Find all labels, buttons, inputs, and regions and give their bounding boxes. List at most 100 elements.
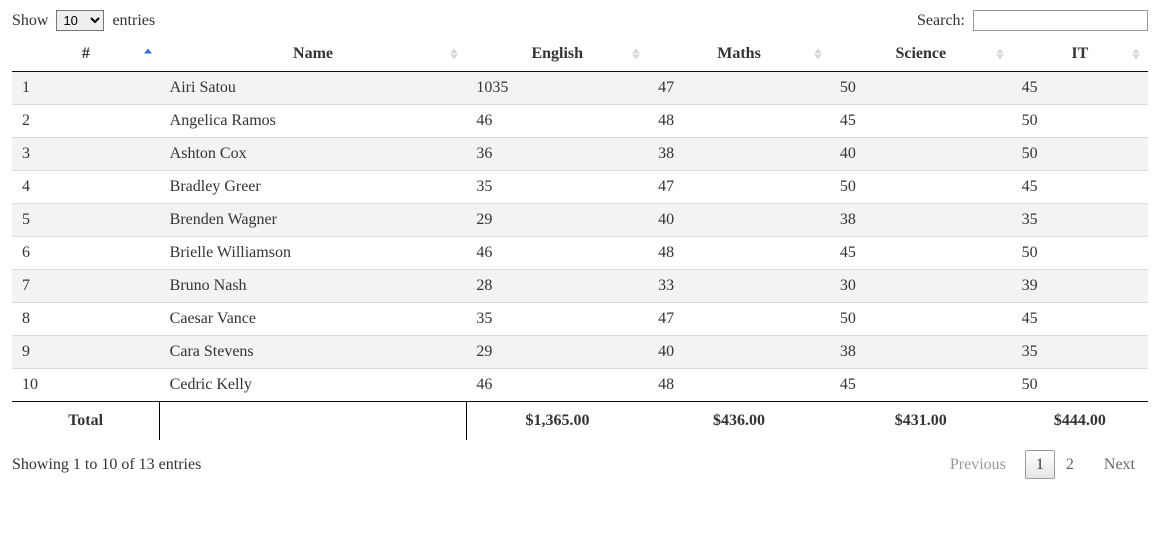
- cell-id: 1: [12, 72, 160, 105]
- table-body: 1Airi Satou10354750452Angelica Ramos4648…: [12, 72, 1148, 402]
- cell-id: 5: [12, 204, 160, 237]
- sort-asc-icon: [814, 49, 822, 54]
- footer-it: $444.00: [1012, 402, 1148, 441]
- cell-maths: 40: [648, 204, 830, 237]
- cell-id: 9: [12, 336, 160, 369]
- column-label: Name: [293, 45, 333, 62]
- cell-science: 50: [830, 171, 1012, 204]
- table-row: 9Cara Stevens29403835: [12, 336, 1148, 369]
- table-controls-bottom: Showing 1 to 10 of 13 entries Previous 1…: [12, 450, 1148, 480]
- cell-name: Ashton Cox: [160, 138, 467, 171]
- pagination-page[interactable]: 1: [1025, 450, 1055, 479]
- sort-desc-icon: [1132, 55, 1140, 60]
- cell-maths: 48: [648, 105, 830, 138]
- cell-english: 35: [466, 171, 648, 204]
- cell-science: 50: [830, 72, 1012, 105]
- cell-english: 46: [466, 369, 648, 402]
- data-table: # Name English: [12, 37, 1148, 440]
- table-row: 7Bruno Nash28333039: [12, 270, 1148, 303]
- search-label: Search:: [917, 12, 965, 29]
- column-header-name[interactable]: Name: [160, 37, 467, 72]
- cell-it: 50: [1012, 237, 1148, 270]
- sort-desc-icon: [450, 55, 458, 60]
- column-header-id[interactable]: #: [12, 37, 160, 72]
- footer-english: $1,365.00: [466, 402, 648, 441]
- sort-asc-icon: [996, 49, 1004, 54]
- table-info: Showing 1 to 10 of 13 entries: [12, 456, 201, 474]
- cell-it: 45: [1012, 72, 1148, 105]
- cell-maths: 48: [648, 369, 830, 402]
- cell-maths: 47: [648, 171, 830, 204]
- footer-total-label: Total: [12, 402, 160, 441]
- cell-id: 8: [12, 303, 160, 336]
- column-header-science[interactable]: Science: [830, 37, 1012, 72]
- column-label: IT: [1071, 45, 1088, 62]
- cell-name: Brielle Williamson: [160, 237, 467, 270]
- cell-name: Airi Satou: [160, 72, 467, 105]
- sort-desc-icon: [632, 55, 640, 60]
- table-row: 5Brenden Wagner29403835: [12, 204, 1148, 237]
- footer-science: $431.00: [830, 402, 1012, 441]
- sort-icon: [996, 49, 1004, 60]
- cell-science: 45: [830, 105, 1012, 138]
- cell-maths: 48: [648, 237, 830, 270]
- header-row: # Name English: [12, 37, 1148, 72]
- search-input[interactable]: [973, 10, 1148, 31]
- cell-science: 45: [830, 369, 1012, 402]
- cell-it: 39: [1012, 270, 1148, 303]
- sort-asc-icon: [450, 49, 458, 54]
- table-row: 8Caesar Vance35475045: [12, 303, 1148, 336]
- cell-name: Brenden Wagner: [160, 204, 467, 237]
- table-controls-top: Show 102550100 entries Search:: [12, 10, 1148, 31]
- cell-english: 1035: [466, 72, 648, 105]
- sort-icon: [1132, 49, 1140, 60]
- cell-english: 29: [466, 336, 648, 369]
- cell-science: 50: [830, 303, 1012, 336]
- column-header-it[interactable]: IT: [1012, 37, 1148, 72]
- cell-maths: 33: [648, 270, 830, 303]
- cell-it: 45: [1012, 303, 1148, 336]
- footer-name: [160, 402, 467, 441]
- cell-maths: 38: [648, 138, 830, 171]
- column-header-english[interactable]: English: [466, 37, 648, 72]
- column-header-maths[interactable]: Maths: [648, 37, 830, 72]
- pagination-previous[interactable]: Previous: [937, 450, 1019, 480]
- cell-name: Cara Stevens: [160, 336, 467, 369]
- footer-maths: $436.00: [648, 402, 830, 441]
- table-row: 10Cedric Kelly46484550: [12, 369, 1148, 402]
- length-suffix: entries: [112, 12, 155, 29]
- cell-it: 35: [1012, 336, 1148, 369]
- cell-it: 35: [1012, 204, 1148, 237]
- pagination-next[interactable]: Next: [1091, 450, 1148, 480]
- cell-maths: 40: [648, 336, 830, 369]
- sort-icon: [144, 49, 152, 60]
- length-select[interactable]: 102550100: [56, 10, 104, 31]
- cell-english: 28: [466, 270, 648, 303]
- cell-name: Bradley Greer: [160, 171, 467, 204]
- column-label: Maths: [717, 45, 761, 62]
- search-control: Search:: [917, 10, 1148, 31]
- table-row: 1Airi Satou1035475045: [12, 72, 1148, 105]
- cell-id: 2: [12, 105, 160, 138]
- cell-science: 38: [830, 336, 1012, 369]
- sort-asc-icon: [632, 49, 640, 54]
- length-prefix: Show: [12, 12, 48, 29]
- table-row: 4Bradley Greer35475045: [12, 171, 1148, 204]
- cell-english: 36: [466, 138, 648, 171]
- cell-science: 38: [830, 204, 1012, 237]
- cell-science: 40: [830, 138, 1012, 171]
- table-row: 3Ashton Cox36384050: [12, 138, 1148, 171]
- cell-id: 4: [12, 171, 160, 204]
- cell-id: 6: [12, 237, 160, 270]
- length-label: Show 102550100 entries: [12, 12, 155, 29]
- cell-english: 29: [466, 204, 648, 237]
- sort-asc-icon: [144, 49, 152, 54]
- cell-english: 35: [466, 303, 648, 336]
- cell-maths: 47: [648, 72, 830, 105]
- cell-english: 46: [466, 237, 648, 270]
- column-label: Science: [895, 45, 946, 62]
- pagination-page[interactable]: 2: [1055, 450, 1085, 479]
- cell-english: 46: [466, 105, 648, 138]
- table-row: 6Brielle Williamson46484550: [12, 237, 1148, 270]
- sort-icon: [450, 49, 458, 60]
